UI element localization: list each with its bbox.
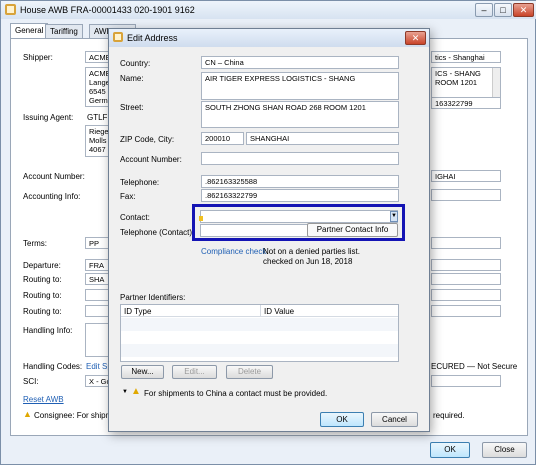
tab-tariffing[interactable]: Tariffing <box>45 24 83 39</box>
dialog-close-icon[interactable]: ✕ <box>405 31 426 45</box>
routing-label-1: Routing to: <box>23 275 62 284</box>
consignee-name-field[interactable]: tics - Shanghai <box>431 51 501 63</box>
shipper-label: Shipper: <box>23 53 53 62</box>
china-contact-warning: For shipments to China a contact must be… <box>144 389 328 398</box>
contact-dropdown-button[interactable]: ▼ <box>390 211 398 222</box>
required-marker <box>199 216 203 221</box>
grid-row[interactable] <box>121 318 398 331</box>
zip-field[interactable]: 200010 <box>201 132 244 145</box>
telephone-field[interactable]: .862163325588 <box>201 175 399 188</box>
consignee-addr-line: ICS - SHANG <box>435 69 481 78</box>
right-field-2[interactable] <box>431 237 501 249</box>
issuing-agent-label: Issuing Agent: <box>23 113 74 122</box>
routing-label-2: Routing to: <box>23 291 62 300</box>
dialog-ok-button[interactable]: OK <box>320 412 364 427</box>
name-field[interactable]: AIR TIGER EXPRESS LOGISTICS - SHANG <box>201 72 399 100</box>
name-label: Name: <box>120 74 144 83</box>
account-number-label: Account Number: <box>23 172 85 181</box>
partner-identifiers-label: Partner Identifiers: <box>120 293 186 302</box>
reset-awb-link[interactable]: Reset AWB <box>23 395 64 404</box>
tab-tariffing-label: Tariffing <box>50 27 78 36</box>
window-title: House AWB FRA-00001433 020-1901 9162 <box>20 5 195 15</box>
security-status: ECURED — Not Secure <box>431 362 518 371</box>
tab-general-label: General <box>15 26 44 35</box>
right-field-5[interactable] <box>431 289 501 301</box>
col-id-type[interactable]: ID Type <box>124 307 151 316</box>
partner-contact-info-button[interactable]: Partner Contact Info <box>307 223 398 237</box>
consignee-warning-text: Consignee: For shipm <box>34 411 113 420</box>
compliance-check-link[interactable]: Compliance check <box>201 247 266 256</box>
dialog-title-bar: Edit Address ✕ <box>109 29 429 47</box>
col-separator <box>260 305 261 317</box>
right-field-4[interactable] <box>431 273 501 285</box>
routing-label-3: Routing to: <box>23 307 62 316</box>
terms-label: Terms: <box>23 239 47 248</box>
right-field-3[interactable] <box>431 259 501 271</box>
maximize-icon[interactable]: □ <box>494 3 512 17</box>
right-field-6[interactable] <box>431 305 501 317</box>
account-number-field[interactable] <box>201 152 399 165</box>
delete-button[interactable]: Delete <box>226 365 273 379</box>
close-icon[interactable]: ✕ <box>513 3 534 17</box>
right-field-7[interactable] <box>431 375 501 387</box>
contact-label: Contact: <box>120 213 150 222</box>
grid-row[interactable] <box>121 344 398 357</box>
tab-general[interactable]: General <box>10 23 49 39</box>
dialog-cancel-button[interactable]: Cancel <box>371 412 418 427</box>
grid-row[interactable] <box>121 331 398 344</box>
right-field-1[interactable] <box>431 189 501 201</box>
main-ok-button[interactable]: OK <box>430 442 470 458</box>
country-field[interactable]: CN – China <box>201 56 399 69</box>
street-label: Street: <box>120 103 144 112</box>
zip-city-label: ZIP Code, City: <box>120 135 175 144</box>
edit-button[interactable]: Edit... <box>172 365 217 379</box>
consignee-city-field[interactable]: IGHAI <box>431 170 501 182</box>
new-button[interactable]: New... <box>121 365 164 379</box>
city-field[interactable]: SHANGHAI <box>246 132 399 145</box>
departure-label: Departure: <box>23 261 61 270</box>
sci-label: SCI: <box>23 377 39 386</box>
grid-header: ID Type ID Value <box>121 305 398 317</box>
dialog-title: Edit Address <box>127 33 178 43</box>
fax-label: Fax: <box>120 192 136 201</box>
app-icon <box>5 4 16 15</box>
warning-triangle-icon: ▲ <box>131 386 141 397</box>
warning-expand-icon[interactable]: ▼ <box>122 389 128 395</box>
consignee-phone-field[interactable]: 163322799 <box>431 97 501 109</box>
compliance-status-text: Not on a denied parties list. <box>263 247 360 256</box>
partner-identifiers-grid[interactable]: ID Type ID Value <box>120 304 399 362</box>
country-label: Country: <box>120 59 151 68</box>
warning-icon: ▲ <box>23 409 32 419</box>
edit-address-dialog: Edit Address ✕ Country: CN – China Name:… <box>108 28 430 432</box>
dialog-app-icon <box>113 32 123 42</box>
main-close-button[interactable]: Close <box>482 442 527 458</box>
telephone-label: Telephone: <box>120 178 160 187</box>
contact-combobox[interactable] <box>200 210 398 223</box>
title-bar: House AWB FRA-00001433 020-1901 9162 – □… <box>1 1 536 19</box>
street-field[interactable]: SOUTH ZHONG SHAN ROAD 268 ROOM 1201 <box>201 101 399 128</box>
minimize-icon[interactable]: – <box>475 3 493 17</box>
handling-codes-label: Handling Codes: <box>23 362 83 371</box>
compliance-date-text: checked on Jun 18, 2018 <box>263 257 353 266</box>
required-text: required. <box>433 411 465 420</box>
consignee-addr-line: ROOM 1201 <box>435 78 478 87</box>
telephone-contact-label: Telephone (Contact): <box>120 228 195 237</box>
account-number-label-dialog: Account Number: <box>120 155 182 164</box>
telephone-contact-field[interactable] <box>200 224 310 237</box>
fax-field[interactable]: .862163322799 <box>201 189 399 202</box>
handling-info-label: Handling Info: <box>23 326 73 335</box>
accounting-info-label: Accounting Info: <box>23 192 81 201</box>
col-id-value[interactable]: ID Value <box>264 307 294 316</box>
